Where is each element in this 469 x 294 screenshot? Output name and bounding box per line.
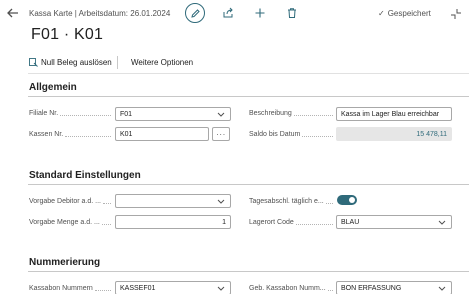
field-label-beschreibung: Beschreibung <box>249 108 333 118</box>
lagerort-dropdown[interactable]: BLAU <box>336 215 452 229</box>
section-title-allgemein[interactable]: Allgemein <box>29 82 77 93</box>
section-divider <box>28 271 469 272</box>
saved-status: ✓ Gespeichert <box>378 9 431 18</box>
debitor-dropdown[interactable] <box>115 194 231 208</box>
filiale-dropdown[interactable]: F01 <box>115 107 231 121</box>
saldo-value-field[interactable]: 15 478,11 <box>336 127 452 141</box>
chevron-down-icon <box>438 220 446 225</box>
section-divider <box>28 184 469 185</box>
back-arrow-icon <box>7 8 18 18</box>
field-label-filiale: Filiale Nr. <box>29 108 111 118</box>
kassen-assist-button[interactable]: ··· <box>212 127 230 141</box>
menge-input[interactable]: 1 <box>115 215 231 229</box>
collapse-button[interactable] <box>450 7 462 19</box>
field-label-kassen: Kassen Nr. <box>29 129 111 139</box>
saved-label: Gespeichert <box>387 9 431 18</box>
geb-kassabon-value: BON ERFASSUNG <box>341 284 402 292</box>
kassen-value: K01 <box>120 130 133 138</box>
page-title: F01 · K01 <box>31 26 104 43</box>
post-document-icon <box>29 58 38 67</box>
edit-button[interactable] <box>185 3 205 23</box>
field-label-menge: Vorgabe Menge a.d. ... <box>29 217 111 227</box>
field-label-debitor: Vorgabe Debitor a.d. ... <box>29 196 111 206</box>
field-label-tagesabschl: Tagesabschl. täglich e... <box>249 196 333 206</box>
more-options-button[interactable]: Weitere Optionen <box>131 58 193 67</box>
lagerort-value: BLAU <box>341 218 360 226</box>
field-label-lagerort: Lagerort Code <box>249 217 333 227</box>
post-zero-receipt-button[interactable]: Null Beleg auslösen <box>29 58 112 67</box>
back-button[interactable] <box>6 6 20 20</box>
chevron-down-icon <box>217 112 225 117</box>
chevron-down-icon <box>438 286 446 291</box>
beschreibung-input[interactable]: Kassa im Lager Blau erreichbar <box>336 107 452 121</box>
plus-icon <box>255 8 265 18</box>
trash-icon <box>288 8 296 18</box>
tagesabschl-toggle[interactable] <box>337 195 357 205</box>
kassen-input[interactable]: K01 <box>115 127 209 141</box>
pencil-icon <box>190 8 200 18</box>
share-icon <box>223 7 233 18</box>
chevron-down-icon <box>217 199 225 204</box>
field-label-kassabon: Kassabon Nummern <box>29 283 111 293</box>
delete-button[interactable] <box>286 7 298 19</box>
section-divider <box>28 96 469 97</box>
section-title-standard[interactable]: Standard Einstellungen <box>29 170 141 181</box>
kassabon-value: KASSEF01 <box>120 284 156 292</box>
beschreibung-value: Kassa im Lager Blau erreichbar <box>341 110 440 118</box>
action-bar-divider <box>28 73 469 74</box>
filiale-value: F01 <box>120 110 133 118</box>
post-zero-receipt-label: Null Beleg auslösen <box>41 58 112 67</box>
share-button[interactable] <box>222 7 234 19</box>
chevron-down-icon <box>217 286 225 291</box>
geb-kassabon-dropdown[interactable]: BON ERFASSUNG <box>336 281 452 294</box>
breadcrumb: Kassa Karte | Arbeitsdatum: 26.01.2024 <box>29 9 171 18</box>
field-label-saldo: Saldo bis Datum <box>249 129 333 139</box>
checkmark-icon: ✓ <box>378 9 385 18</box>
kassabon-dropdown[interactable]: KASSEF01 <box>115 281 231 294</box>
toggle-knob <box>349 197 355 203</box>
action-separator <box>117 56 118 69</box>
add-button[interactable] <box>254 7 266 19</box>
field-label-geb-kassabon: Geb. Kassabon Numm... <box>249 283 333 293</box>
saldo-value: 15 478,11 <box>416 130 447 138</box>
collapse-icon <box>451 9 461 19</box>
menge-value: 1 <box>222 218 226 226</box>
section-title-nummerierung[interactable]: Nummerierung <box>29 257 100 268</box>
